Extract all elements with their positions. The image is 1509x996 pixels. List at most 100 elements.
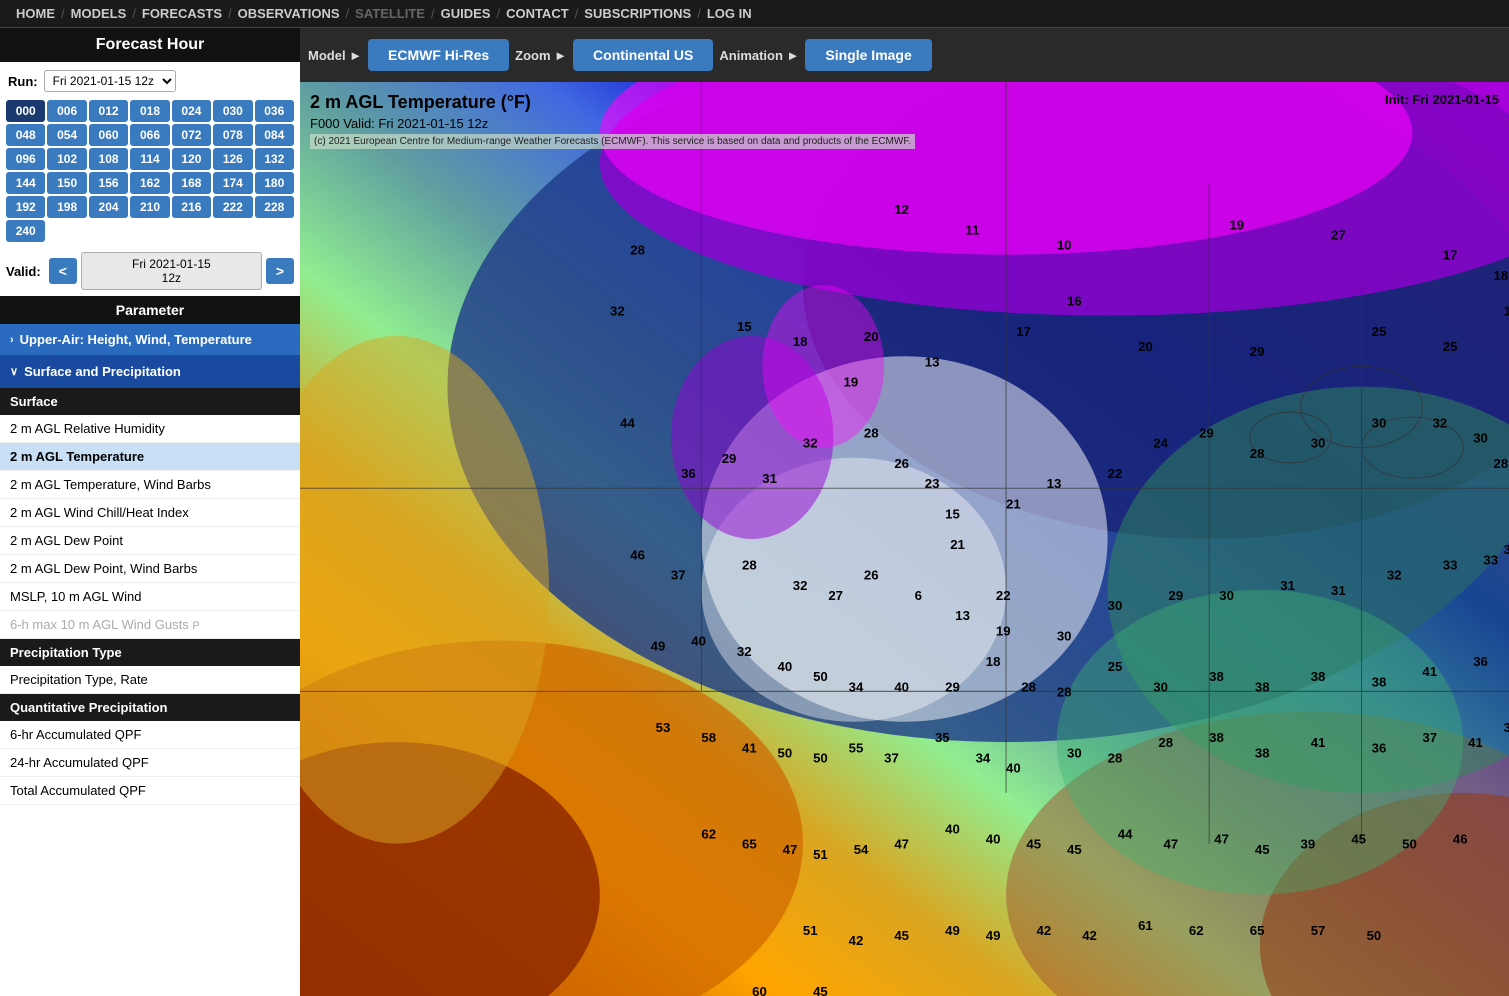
svg-text:6: 6 <box>915 588 922 603</box>
svg-text:28: 28 <box>1158 735 1173 750</box>
svg-text:61: 61 <box>1138 918 1153 933</box>
surface-param-item[interactable]: 2 m AGL Temperature <box>0 443 300 471</box>
svg-text:44: 44 <box>1118 827 1133 842</box>
fh-btn-216[interactable]: 216 <box>172 196 211 218</box>
precip-type-param-item[interactable]: Precipitation Type, Rate <box>0 666 300 694</box>
nav-forecasts[interactable]: FORECASTS <box>136 6 228 21</box>
fh-btn-024[interactable]: 024 <box>172 100 211 122</box>
fh-btn-150[interactable]: 150 <box>47 172 86 194</box>
svg-text:30: 30 <box>1108 598 1123 613</box>
quant-precip-items-list: 6-hr Accumulated QPF24-hr Accumulated QP… <box>0 721 300 805</box>
surface-param-item[interactable]: 2 m AGL Wind Chill/Heat Index <box>0 499 300 527</box>
svg-text:31: 31 <box>1331 583 1346 598</box>
fh-btn-078[interactable]: 078 <box>213 124 252 146</box>
fh-btn-018[interactable]: 018 <box>130 100 169 122</box>
svg-text:28: 28 <box>1057 684 1072 699</box>
fh-btn-114[interactable]: 114 <box>130 148 169 170</box>
svg-text:28: 28 <box>1021 679 1036 694</box>
svg-text:58: 58 <box>701 730 716 745</box>
nav-models[interactable]: MODELS <box>65 6 133 21</box>
valid-prev-button[interactable]: < <box>49 258 77 284</box>
svg-text:49: 49 <box>986 928 1001 943</box>
fh-btn-084[interactable]: 084 <box>255 124 294 146</box>
svg-text:27: 27 <box>1331 227 1346 242</box>
fh-btn-000[interactable]: 000 <box>6 100 45 122</box>
fh-btn-192[interactable]: 192 <box>6 196 45 218</box>
fh-btn-168[interactable]: 168 <box>172 172 211 194</box>
nav-guides[interactable]: GUIDES <box>435 6 497 21</box>
fh-btn-012[interactable]: 012 <box>89 100 128 122</box>
map-container: 2 m AGL Temperature (°F) F000 Valid: Fri… <box>300 82 1509 996</box>
fh-btn-162[interactable]: 162 <box>130 172 169 194</box>
fh-btn-222[interactable]: 222 <box>213 196 252 218</box>
svg-text:37: 37 <box>671 568 686 583</box>
fh-btn-102[interactable]: 102 <box>47 148 86 170</box>
fh-btn-240[interactable]: 240 <box>6 220 45 242</box>
nav-contact[interactable]: CONTACT <box>500 6 575 21</box>
nav-login[interactable]: LOG IN <box>701 6 758 21</box>
fh-btn-006[interactable]: 006 <box>47 100 86 122</box>
fh-btn-204[interactable]: 204 <box>89 196 128 218</box>
svg-text:21: 21 <box>950 537 965 552</box>
surface-param-item[interactable]: 2 m AGL Relative Humidity <box>0 415 300 443</box>
quant-precip-param-item[interactable]: 24-hr Accumulated QPF <box>0 749 300 777</box>
run-select[interactable]: Fri 2021-01-15 12z <box>44 70 176 92</box>
svg-text:40: 40 <box>986 832 1001 847</box>
nav-satellite[interactable]: SATELLITE <box>349 6 431 21</box>
fh-btn-060[interactable]: 060 <box>89 124 128 146</box>
quant-precip-param-item[interactable]: 6-hr Accumulated QPF <box>0 721 300 749</box>
svg-text:12: 12 <box>894 202 909 217</box>
zoom-label: Zoom ► <box>515 48 567 63</box>
animation-button[interactable]: Single Image <box>805 39 931 71</box>
category-surface-precip[interactable]: ∨ Surface and Precipitation <box>0 356 300 388</box>
surface-param-item[interactable]: 2 m AGL Temperature, Wind Barbs <box>0 471 300 499</box>
svg-text:28: 28 <box>1494 456 1509 471</box>
svg-text:40: 40 <box>945 822 960 837</box>
zoom-button[interactable]: Continental US <box>573 39 713 71</box>
parameter-header: Parameter <box>0 296 300 324</box>
svg-text:30: 30 <box>1153 679 1168 694</box>
surface-param-item[interactable]: 2 m AGL Dew Point, Wind Barbs <box>0 555 300 583</box>
valid-label: Valid: <box>6 264 41 279</box>
fh-btn-066[interactable]: 066 <box>130 124 169 146</box>
fh-btn-156[interactable]: 156 <box>89 172 128 194</box>
fh-btn-054[interactable]: 054 <box>47 124 86 146</box>
svg-text:50: 50 <box>1402 837 1417 852</box>
svg-text:25: 25 <box>1372 324 1387 339</box>
fh-btn-174[interactable]: 174 <box>213 172 252 194</box>
fh-btn-120[interactable]: 120 <box>172 148 211 170</box>
svg-text:31: 31 <box>762 471 777 486</box>
svg-text:18: 18 <box>986 654 1001 669</box>
fh-btn-096[interactable]: 096 <box>6 148 45 170</box>
svg-text:60: 60 <box>752 984 767 996</box>
svg-text:42: 42 <box>849 933 864 948</box>
surface-param-item[interactable]: MSLP, 10 m AGL Wind <box>0 583 300 611</box>
fh-btn-126[interactable]: 126 <box>213 148 252 170</box>
svg-text:32: 32 <box>1387 568 1402 583</box>
surface-param-item[interactable]: 2 m AGL Dew Point <box>0 527 300 555</box>
fh-btn-132[interactable]: 132 <box>255 148 294 170</box>
quant-precip-param-item[interactable]: Total Accumulated QPF <box>0 777 300 805</box>
fh-btn-180[interactable]: 180 <box>255 172 294 194</box>
fh-btn-198[interactable]: 198 <box>47 196 86 218</box>
category-upper-air[interactable]: › Upper-Air: Height, Wind, Temperature <box>0 324 300 356</box>
fh-btn-108[interactable]: 108 <box>89 148 128 170</box>
model-button[interactable]: ECMWF Hi-Res <box>368 39 509 71</box>
nav-subscriptions[interactable]: SUBSCRIPTIONS <box>578 6 697 21</box>
nav-observations[interactable]: OBSERVATIONS <box>232 6 346 21</box>
fh-btn-030[interactable]: 030 <box>213 100 252 122</box>
valid-next-button[interactable]: > <box>266 258 294 284</box>
precip-type-items-list: Precipitation Type, Rate <box>0 666 300 694</box>
fh-btn-228[interactable]: 228 <box>255 196 294 218</box>
fh-btn-072[interactable]: 072 <box>172 124 211 146</box>
fh-btn-144[interactable]: 144 <box>6 172 45 194</box>
svg-text:13: 13 <box>1047 476 1062 491</box>
fh-btn-210[interactable]: 210 <box>130 196 169 218</box>
svg-text:22: 22 <box>1108 466 1123 481</box>
svg-text:38: 38 <box>1255 745 1270 760</box>
fh-btn-036[interactable]: 036 <box>255 100 294 122</box>
svg-text:34: 34 <box>849 679 864 694</box>
svg-text:53: 53 <box>656 720 671 735</box>
fh-btn-048[interactable]: 048 <box>6 124 45 146</box>
nav-home[interactable]: HOME <box>10 6 61 21</box>
